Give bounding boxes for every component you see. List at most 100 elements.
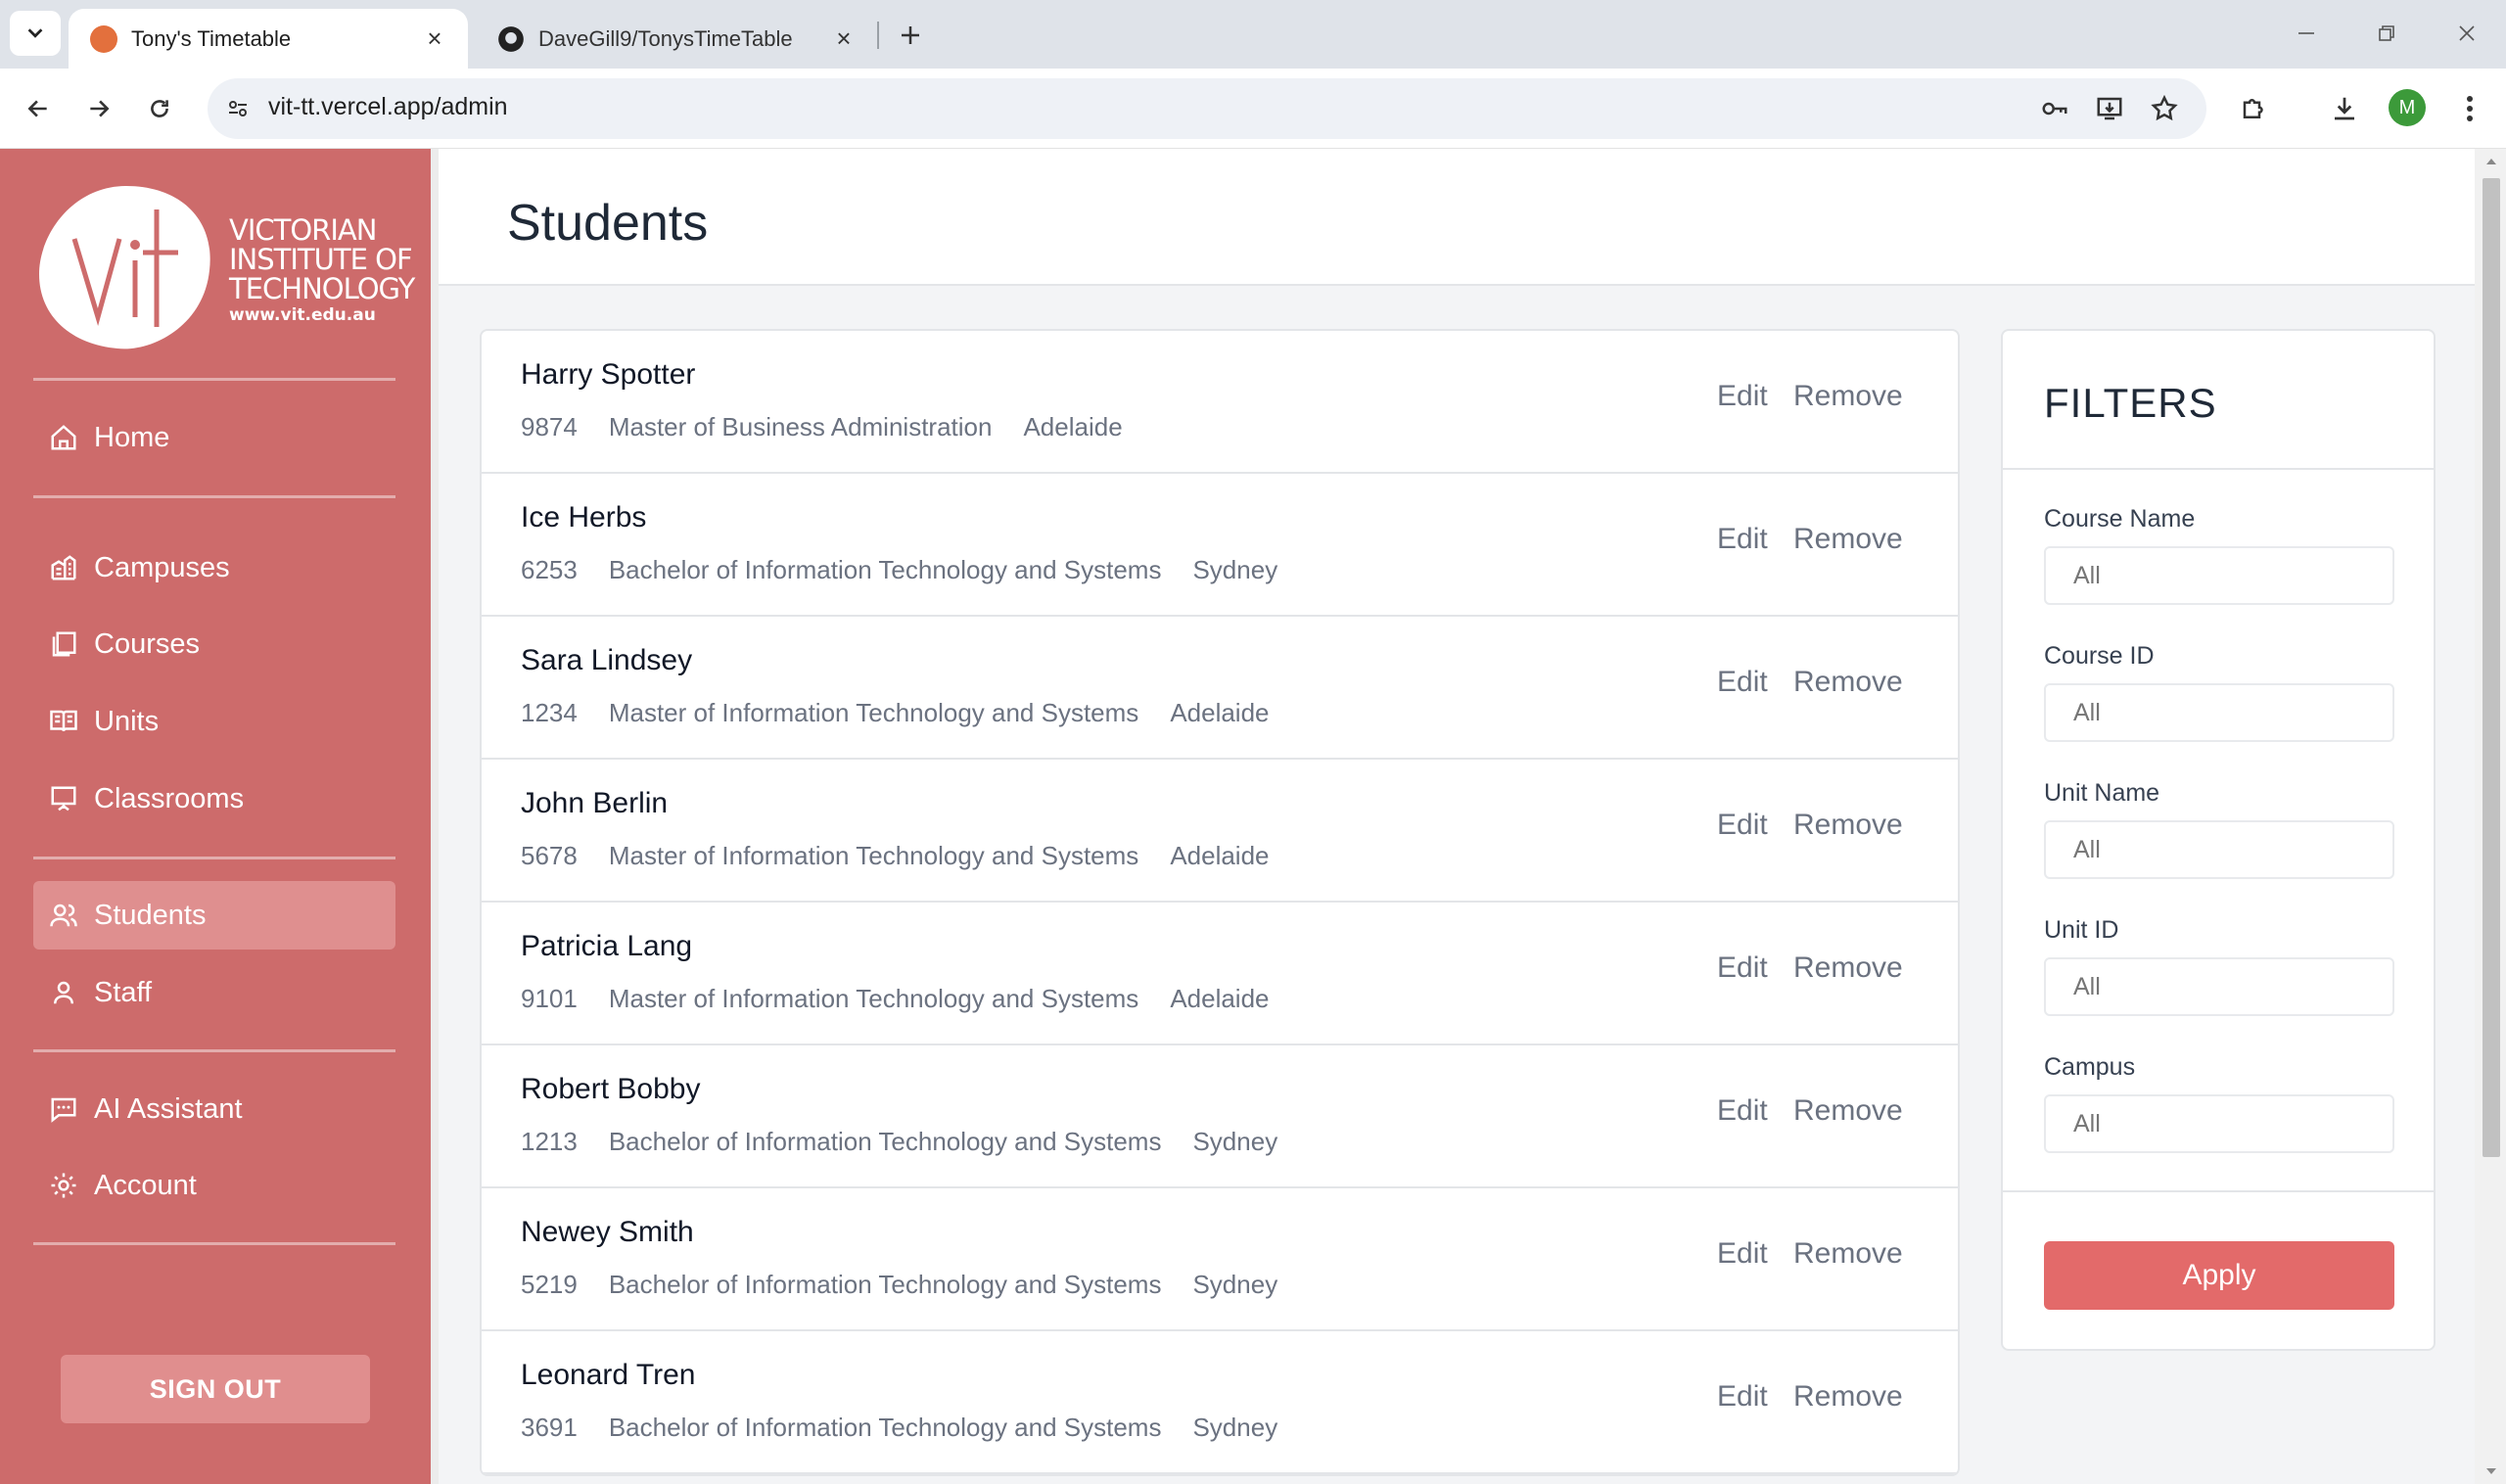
- remove-button[interactable]: Remove: [1793, 666, 1903, 699]
- password-key-icon[interactable]: [2038, 92, 2071, 125]
- student-campus: Sydney: [1192, 1413, 1278, 1442]
- kebab-menu-icon: [2467, 96, 2473, 121]
- edit-button[interactable]: Edit: [1717, 951, 1768, 985]
- student-campus: Adelaide: [1170, 698, 1270, 727]
- scroll-up-icon[interactable]: [2484, 155, 2498, 168]
- sidebar-item-label: Courses: [94, 627, 200, 660]
- remove-button[interactable]: Remove: [1793, 523, 1903, 556]
- student-campus: Adelaide: [1023, 412, 1123, 441]
- edit-button[interactable]: Edit: [1717, 380, 1768, 413]
- remove-button[interactable]: Remove: [1793, 809, 1903, 842]
- gear-icon: [47, 1169, 80, 1202]
- student-course: Bachelor of Information Technology and S…: [608, 1270, 1162, 1299]
- student-course: Master of Information Technology and Sys…: [608, 698, 1139, 727]
- edit-button[interactable]: Edit: [1717, 809, 1768, 842]
- sidebar-item-account[interactable]: Account: [33, 1151, 395, 1220]
- forward-button[interactable]: [76, 86, 121, 131]
- vit-logo[interactable]: VICTORIAN INSTITUTE OF TECHNOLOGY www.vi…: [33, 180, 415, 356]
- logo-line-2: INSTITUTE OF: [229, 243, 413, 276]
- student-campus: Sydney: [1192, 555, 1278, 584]
- url-text[interactable]: vit-tt.vercel.app/admin: [268, 93, 508, 121]
- downloads-button[interactable]: [2322, 86, 2367, 131]
- edit-button[interactable]: Edit: [1717, 523, 1768, 556]
- reload-icon: [151, 100, 168, 117]
- edit-button[interactable]: Edit: [1717, 1380, 1768, 1414]
- browser-menu-button[interactable]: [2447, 86, 2492, 131]
- sidebar-divider: [33, 495, 395, 498]
- tab-search-button[interactable]: [10, 11, 61, 56]
- close-tab-icon[interactable]: ×: [423, 23, 446, 53]
- page-title: Students: [507, 195, 709, 252]
- book-icon: [47, 705, 80, 738]
- sidebar-item-courses[interactable]: Courses: [33, 610, 395, 678]
- page-header: Students: [439, 149, 2475, 286]
- main-content: Students Harry Spotter 9874 Master of Bus…: [439, 149, 2475, 1484]
- unit-id-input[interactable]: [2044, 957, 2394, 1016]
- logo-wordmark: VICTORIAN INSTITUTE OF TECHNOLOGY www.vi…: [229, 215, 415, 325]
- remove-button[interactable]: Remove: [1793, 951, 1903, 985]
- sidebar-item-home[interactable]: Home: [33, 403, 395, 472]
- sidebar-item-ai-assistant[interactable]: AI Assistant: [33, 1075, 395, 1143]
- list-item: Leonard Tren 3691 Bachelor of Information…: [482, 1331, 1958, 1474]
- student-id: 1234: [521, 698, 578, 727]
- restore-icon: [2379, 25, 2394, 41]
- remove-button[interactable]: Remove: [1793, 1237, 1903, 1271]
- sidebar-item-students[interactable]: Students: [33, 881, 395, 950]
- restore-button[interactable]: [2365, 14, 2408, 53]
- close-window-button[interactable]: [2445, 14, 2488, 53]
- student-campus: Adelaide: [1170, 841, 1270, 870]
- unit-name-input[interactable]: [2044, 820, 2394, 879]
- course-id-input[interactable]: [2044, 683, 2394, 742]
- student-campus: Adelaide: [1170, 984, 1270, 1013]
- sidebar-item-label: AI Assistant: [94, 1092, 243, 1125]
- home-icon: [47, 421, 80, 454]
- campus-input[interactable]: [2044, 1094, 2394, 1153]
- edit-button[interactable]: Edit: [1717, 666, 1768, 699]
- site-info-icon[interactable]: [221, 92, 255, 125]
- apply-button[interactable]: Apply: [2044, 1241, 2394, 1310]
- address-bar[interactable]: vit-tt.vercel.app/admin: [208, 78, 2206, 139]
- logo-website: www.vit.edu.au: [229, 305, 376, 325]
- vit-logo-mark-icon: [39, 186, 210, 349]
- install-app-icon[interactable]: [2093, 92, 2126, 125]
- page-scrollbar[interactable]: [2475, 149, 2506, 1484]
- student-meta: 1213 Bachelor of Information Technology a…: [521, 1127, 1309, 1157]
- sign-out-button[interactable]: SIGN OUT: [61, 1355, 370, 1423]
- sidebar-item-staff[interactable]: Staff: [33, 958, 395, 1027]
- sidebar-item-campuses[interactable]: Campuses: [33, 533, 395, 602]
- student-meta: 6253 Bachelor of Information Technology a…: [521, 555, 1309, 585]
- edit-button[interactable]: Edit: [1717, 1094, 1768, 1128]
- student-name: Leonard Tren: [521, 1359, 696, 1391]
- reload-button[interactable]: [137, 86, 182, 131]
- bookmark-star-icon[interactable]: [2148, 92, 2181, 125]
- remove-button[interactable]: Remove: [1793, 1094, 1903, 1128]
- scroll-down-icon[interactable]: [2484, 1464, 2498, 1478]
- course-name-label: Course Name: [2044, 505, 2196, 533]
- tab-tonys-timetable[interactable]: Tony's Timetable ×: [69, 9, 468, 69]
- remove-button[interactable]: Remove: [1793, 1380, 1903, 1414]
- back-button[interactable]: [16, 86, 61, 131]
- sidebar-item-classrooms[interactable]: Classrooms: [33, 765, 395, 833]
- chat-icon: [47, 1092, 80, 1126]
- student-course: Bachelor of Information Technology and S…: [608, 1413, 1162, 1442]
- list-item: Patricia Lang 9101 Master of Information …: [482, 903, 1958, 1045]
- plus-icon: [902, 26, 919, 44]
- extensions-button[interactable]: [2232, 86, 2277, 131]
- student-list: Harry Spotter 9874 Master of Business Adm…: [480, 329, 1960, 1476]
- remove-button[interactable]: Remove: [1793, 380, 1903, 413]
- student-name: Sara Lindsey: [521, 644, 693, 676]
- sidebar-item-units[interactable]: Units: [33, 687, 395, 756]
- sidebar-item-label: Home: [94, 421, 170, 453]
- scrollbar-thumb[interactable]: [2483, 178, 2500, 1157]
- new-tab-button[interactable]: [891, 16, 930, 55]
- tab-github[interactable]: DaveGill9/TonysTimeTable ×: [476, 9, 877, 69]
- profile-avatar[interactable]: M: [2389, 89, 2426, 126]
- edit-button[interactable]: Edit: [1717, 1237, 1768, 1271]
- course-name-input[interactable]: [2044, 546, 2394, 605]
- minimize-icon: [2298, 32, 2314, 34]
- tab-title: DaveGill9/TonysTimeTable: [538, 25, 793, 51]
- close-tab-icon[interactable]: ×: [832, 23, 856, 53]
- minimize-button[interactable]: [2285, 14, 2328, 53]
- sidebar-item-label: Students: [94, 899, 207, 931]
- arrow-right-icon: [90, 100, 110, 117]
